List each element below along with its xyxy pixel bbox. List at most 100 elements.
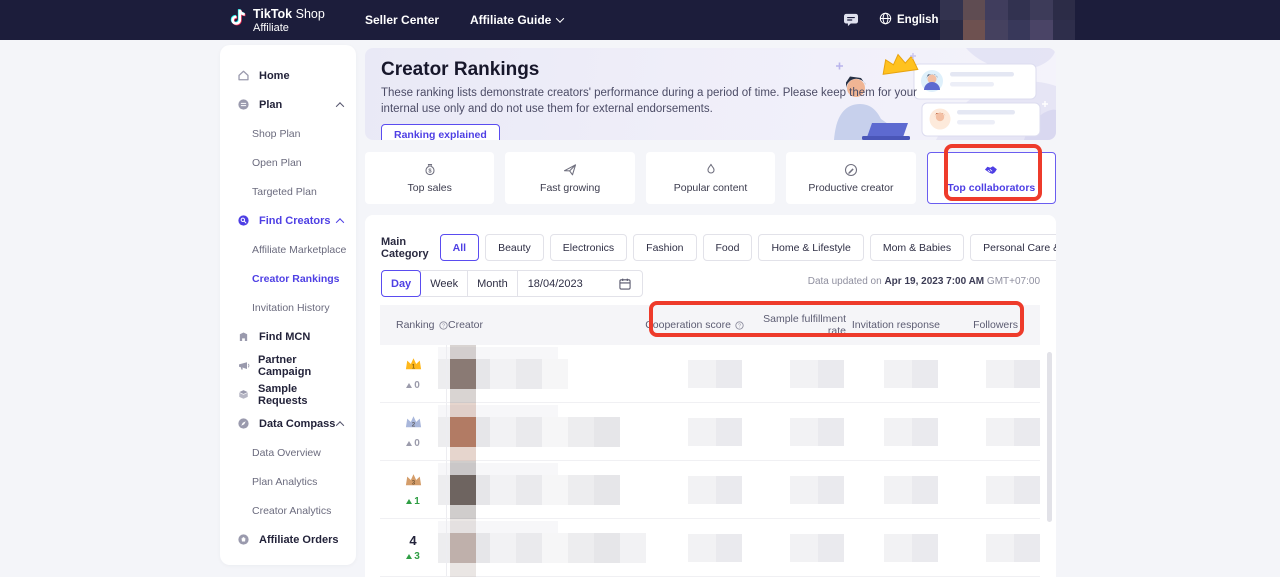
category-chip-home-lifestyle[interactable]: Home & Lifestyle bbox=[758, 234, 863, 261]
period-tab-week[interactable]: Week bbox=[420, 270, 468, 297]
triangle-up-icon bbox=[406, 441, 412, 446]
sidebar-item-label: Find MCN bbox=[259, 331, 310, 343]
nav-affiliate-guide[interactable]: Affiliate Guide bbox=[470, 0, 563, 40]
rankings-panel: Main Category AllBeautyElectronicsFashio… bbox=[365, 215, 1056, 577]
sidebar-item-label: Plan Analytics bbox=[252, 476, 317, 488]
blur-pixel bbox=[1030, 0, 1053, 20]
flame-icon bbox=[703, 162, 719, 178]
period-tab-day[interactable]: Day bbox=[381, 270, 421, 297]
rank-change-value: 1 bbox=[414, 496, 420, 507]
language-label: English bbox=[897, 14, 939, 26]
sidebar-item-plan-analytics[interactable]: Plan Analytics bbox=[220, 467, 356, 496]
sidebar-item-label: Data Compass bbox=[259, 418, 335, 430]
blurred-pixel-block bbox=[790, 476, 818, 504]
blurred-pixel-block bbox=[450, 505, 476, 519]
find-creators-icon bbox=[237, 214, 251, 228]
sidebar-item-label: Affiliate Orders bbox=[259, 534, 338, 546]
page-description: These ranking lists demonstrate creators… bbox=[381, 85, 941, 117]
sidebar-item-plan[interactable]: Plan bbox=[220, 90, 356, 119]
sidebar-item-home[interactable]: Home bbox=[220, 61, 356, 90]
info-icon[interactable]: ? bbox=[735, 321, 744, 330]
sidebar-item-find-mcn[interactable]: Find MCN bbox=[220, 322, 356, 351]
sidebar-item-shop-plan[interactable]: Shop Plan bbox=[220, 119, 356, 148]
blurred-pixel-block bbox=[594, 417, 620, 447]
blurred-pixel-block bbox=[818, 360, 844, 388]
table-row-rank-2: 20 bbox=[380, 403, 1040, 461]
sidebar-item-creator-rankings[interactable]: Creator Rankings bbox=[220, 264, 356, 293]
rank-cell: 10 bbox=[380, 345, 447, 402]
blurred-pixel-block bbox=[912, 418, 938, 446]
ranking-tab-label: Top collaborators bbox=[947, 182, 1035, 194]
ranking-tab-productive-creator[interactable]: Productive creator bbox=[786, 152, 915, 204]
ranking-explained-button[interactable]: Ranking explained bbox=[381, 124, 500, 140]
user-profile-blurred[interactable] bbox=[940, 0, 1075, 40]
ranking-tab-label: Top sales bbox=[408, 182, 452, 194]
period-tab-month[interactable]: Month bbox=[467, 270, 518, 297]
sidebar-item-find-creators[interactable]: Find Creators bbox=[220, 206, 356, 235]
blurred-pixel-block bbox=[516, 475, 542, 505]
category-chip-fashion[interactable]: Fashion bbox=[633, 234, 696, 261]
blurred-pixel-block bbox=[884, 534, 912, 562]
blur-pixel bbox=[985, 0, 1008, 20]
box-icon bbox=[237, 388, 250, 402]
blurred-pixel-block bbox=[594, 475, 620, 505]
date-picker[interactable]: 18/04/2023 bbox=[517, 270, 643, 297]
blurred-pixel-block bbox=[688, 418, 716, 446]
sidebar-item-label: Invitation History bbox=[252, 302, 330, 314]
ranking-tab-top-sales[interactable]: $Top sales bbox=[365, 152, 494, 204]
sidebar-item-data-compass[interactable]: Data Compass bbox=[220, 409, 356, 438]
rank-change-value: 0 bbox=[414, 438, 420, 449]
sidebar-item-open-plan[interactable]: Open Plan bbox=[220, 148, 356, 177]
tiktok-shop-affiliate-logo[interactable]: TikTok Shop Affiliate bbox=[228, 7, 325, 35]
blurred-pixel-block bbox=[542, 417, 568, 447]
column-header-cooperation-score: Cooperation score? bbox=[640, 319, 744, 331]
nav-seller-center[interactable]: Seller Center bbox=[365, 0, 439, 40]
category-chip-beauty[interactable]: Beauty bbox=[485, 234, 544, 261]
sidebar-item-invitation-history[interactable]: Invitation History bbox=[220, 293, 356, 322]
chevron-up-icon bbox=[337, 99, 343, 111]
logo-text: TikTok Shop Affiliate bbox=[253, 8, 325, 34]
sidebar-item-partner-campaign[interactable]: Partner Campaign bbox=[220, 351, 356, 380]
ranking-tab-fast-growing[interactable]: Fast growing bbox=[505, 152, 634, 204]
category-chip-personal-care-health[interactable]: Personal Care & Health bbox=[970, 234, 1056, 261]
blurred-pixel-block bbox=[912, 360, 938, 388]
logo-line2: Affiliate bbox=[253, 23, 325, 34]
blurred-pixel-block bbox=[818, 534, 844, 562]
crown-gold-icon: 1 bbox=[404, 356, 423, 377]
rankings-table: Ranking?CreatorCooperation score?Sample … bbox=[380, 305, 1040, 577]
sidebar-item-affiliate-marketplace[interactable]: Affiliate Marketplace bbox=[220, 235, 356, 264]
blurred-pixel-block bbox=[542, 475, 568, 505]
plan-icon bbox=[237, 98, 251, 112]
blurred-pixel-block bbox=[986, 534, 1014, 562]
rank-number: 4 bbox=[409, 533, 416, 548]
blurred-pixel-block bbox=[716, 476, 742, 504]
chat-icon[interactable] bbox=[843, 13, 859, 32]
column-header-sample-fulfillment-rate: Sample fulfillment rate bbox=[744, 313, 846, 337]
category-chip-all[interactable]: All bbox=[440, 234, 479, 261]
rank-change: 0 bbox=[406, 380, 420, 391]
category-chip-food[interactable]: Food bbox=[703, 234, 753, 261]
sidebar-item-affiliate-orders[interactable]: Affiliate Orders bbox=[220, 525, 356, 554]
category-chip-mom-babies[interactable]: Mom & Babies bbox=[870, 234, 964, 261]
triangle-up-icon bbox=[406, 554, 412, 559]
blur-pixel bbox=[1053, 0, 1076, 20]
blurred-pixel-block bbox=[884, 360, 912, 388]
rank-change-value: 3 bbox=[414, 551, 420, 562]
sidebar-item-targeted-plan[interactable]: Targeted Plan bbox=[220, 177, 356, 206]
category-chip-electronics[interactable]: Electronics bbox=[550, 234, 627, 261]
blur-pixel bbox=[1008, 0, 1031, 20]
table-scrollbar[interactable] bbox=[1047, 352, 1052, 522]
sidebar-item-creator-analytics[interactable]: Creator Analytics bbox=[220, 496, 356, 525]
column-header-label: Followers bbox=[973, 319, 1018, 331]
blurred-pixel-block bbox=[1014, 360, 1040, 388]
chevron-up-icon bbox=[337, 215, 343, 227]
blurred-pixel-block bbox=[542, 533, 568, 563]
language-selector[interactable]: English bbox=[879, 0, 950, 40]
ranking-tab-top-collaborators[interactable]: Top collaborators bbox=[927, 152, 1056, 204]
sidebar-item-sample-requests[interactable]: Sample Requests bbox=[220, 380, 356, 409]
sidebar-item-data-overview[interactable]: Data Overview bbox=[220, 438, 356, 467]
ranking-tab-popular-content[interactable]: Popular content bbox=[646, 152, 775, 204]
creator-rankings-banner: Creator Rankings These ranking lists dem… bbox=[365, 48, 1056, 140]
blurred-pixel-block bbox=[450, 403, 476, 417]
sidebar-nav: HomePlanShop PlanOpen PlanTargeted PlanF… bbox=[220, 45, 356, 565]
